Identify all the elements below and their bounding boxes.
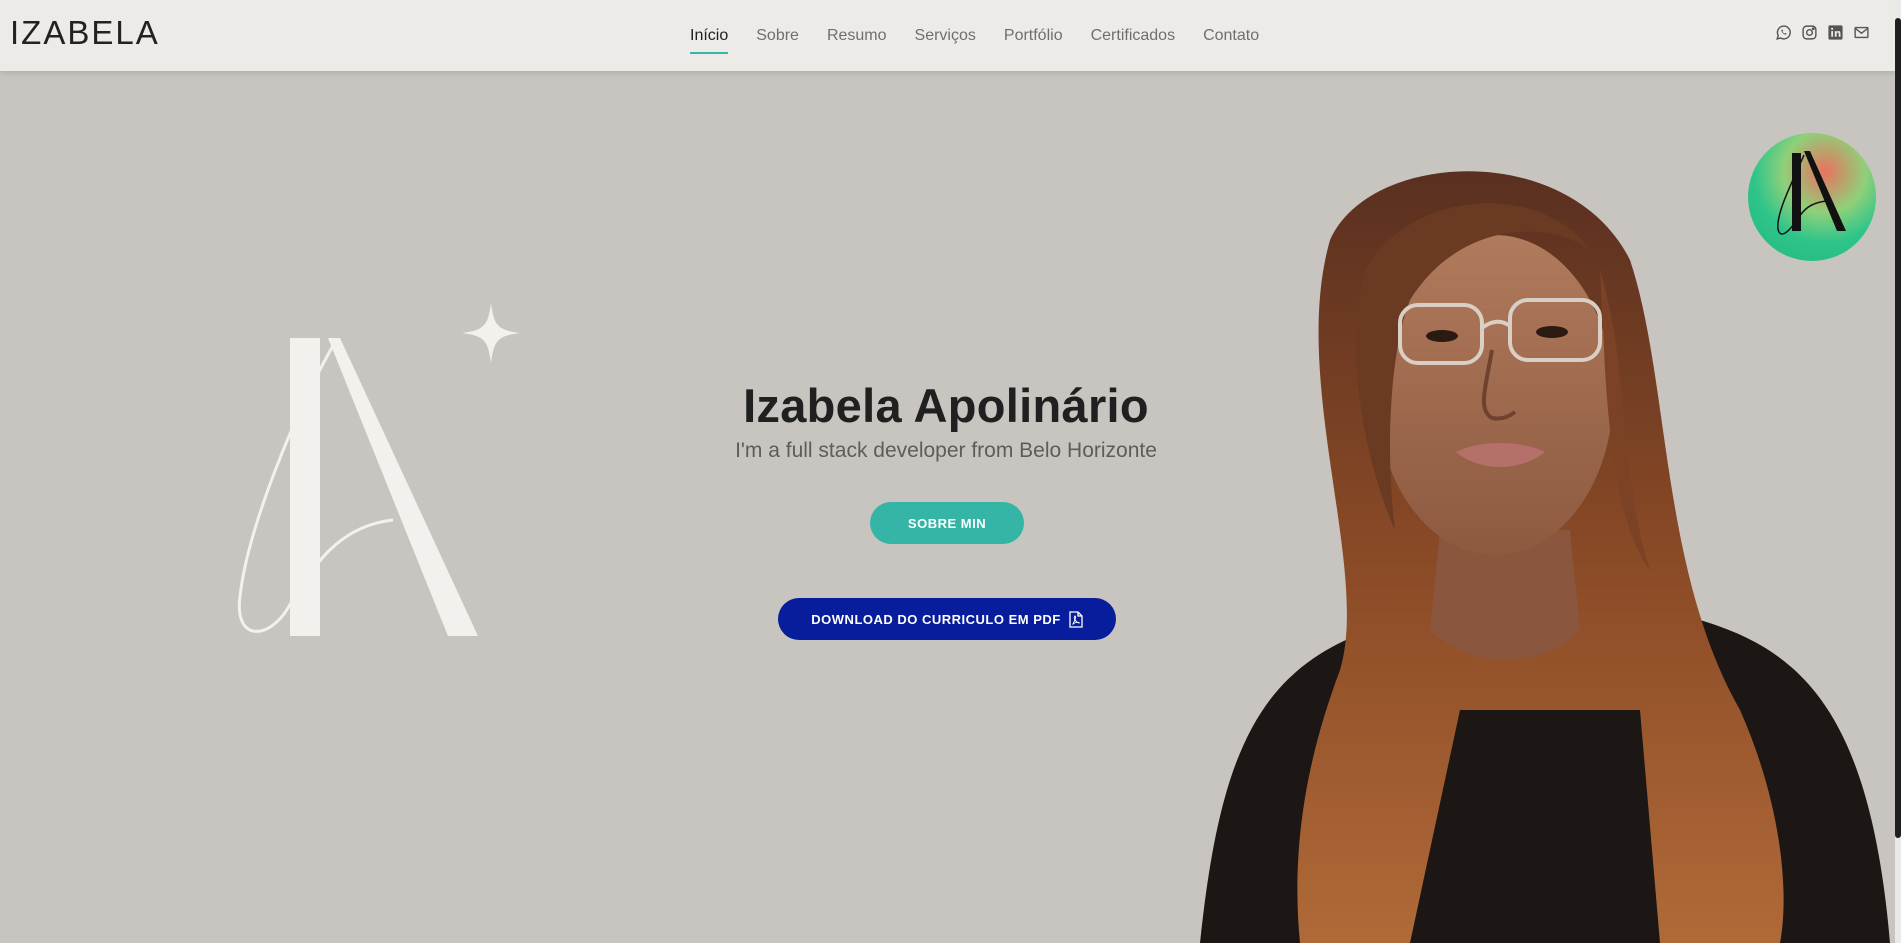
main-nav: Início Sobre Resumo Serviços Portfólio C… xyxy=(690,0,1287,71)
ia-avatar-logo xyxy=(1777,151,1846,235)
avatar-badge[interactable] xyxy=(1748,133,1876,261)
site-header: IZABELA Início Sobre Resumo Serviços Por… xyxy=(0,0,1895,71)
nav-item-inicio[interactable]: Início xyxy=(690,27,729,54)
scrollbar-thumb[interactable] xyxy=(1895,18,1901,838)
hero-subtitle: I'm a full stack developer from Belo Hor… xyxy=(735,439,1157,462)
social-links xyxy=(1775,24,1870,41)
hero-section: Izabela Apolinário I'm a full stack deve… xyxy=(646,378,1246,463)
brand-logo[interactable]: IZABELA xyxy=(10,14,160,52)
nav-item-resumo[interactable]: Resumo xyxy=(827,27,887,45)
pdf-file-icon xyxy=(1069,610,1083,628)
mail-icon[interactable] xyxy=(1853,24,1870,41)
linkedin-icon[interactable] xyxy=(1827,24,1844,41)
nav-item-contato[interactable]: Contato xyxy=(1203,27,1259,45)
profile-photo xyxy=(1200,171,1890,943)
ia-monogram-logo xyxy=(237,303,520,636)
page-scrollbar[interactable] xyxy=(1895,0,1901,943)
nav-item-servicos[interactable]: Serviços xyxy=(915,27,976,45)
instagram-icon[interactable] xyxy=(1801,24,1818,41)
nav-item-certificados[interactable]: Certificados xyxy=(1091,27,1175,45)
nav-item-sobre[interactable]: Sobre xyxy=(756,27,799,45)
download-pdf-button[interactable]: DOWNLOAD DO CURRICULO EM PDF xyxy=(778,598,1116,640)
download-pdf-label: DOWNLOAD DO CURRICULO EM PDF xyxy=(811,611,1061,627)
whatsapp-icon[interactable] xyxy=(1775,24,1792,41)
page: IZABELA Início Sobre Resumo Serviços Por… xyxy=(0,0,1901,943)
hero-title: Izabela Apolinário xyxy=(743,379,1149,432)
about-me-button[interactable]: SOBRE MIN xyxy=(870,502,1024,544)
nav-item-portfolio[interactable]: Portfólio xyxy=(1004,27,1063,45)
